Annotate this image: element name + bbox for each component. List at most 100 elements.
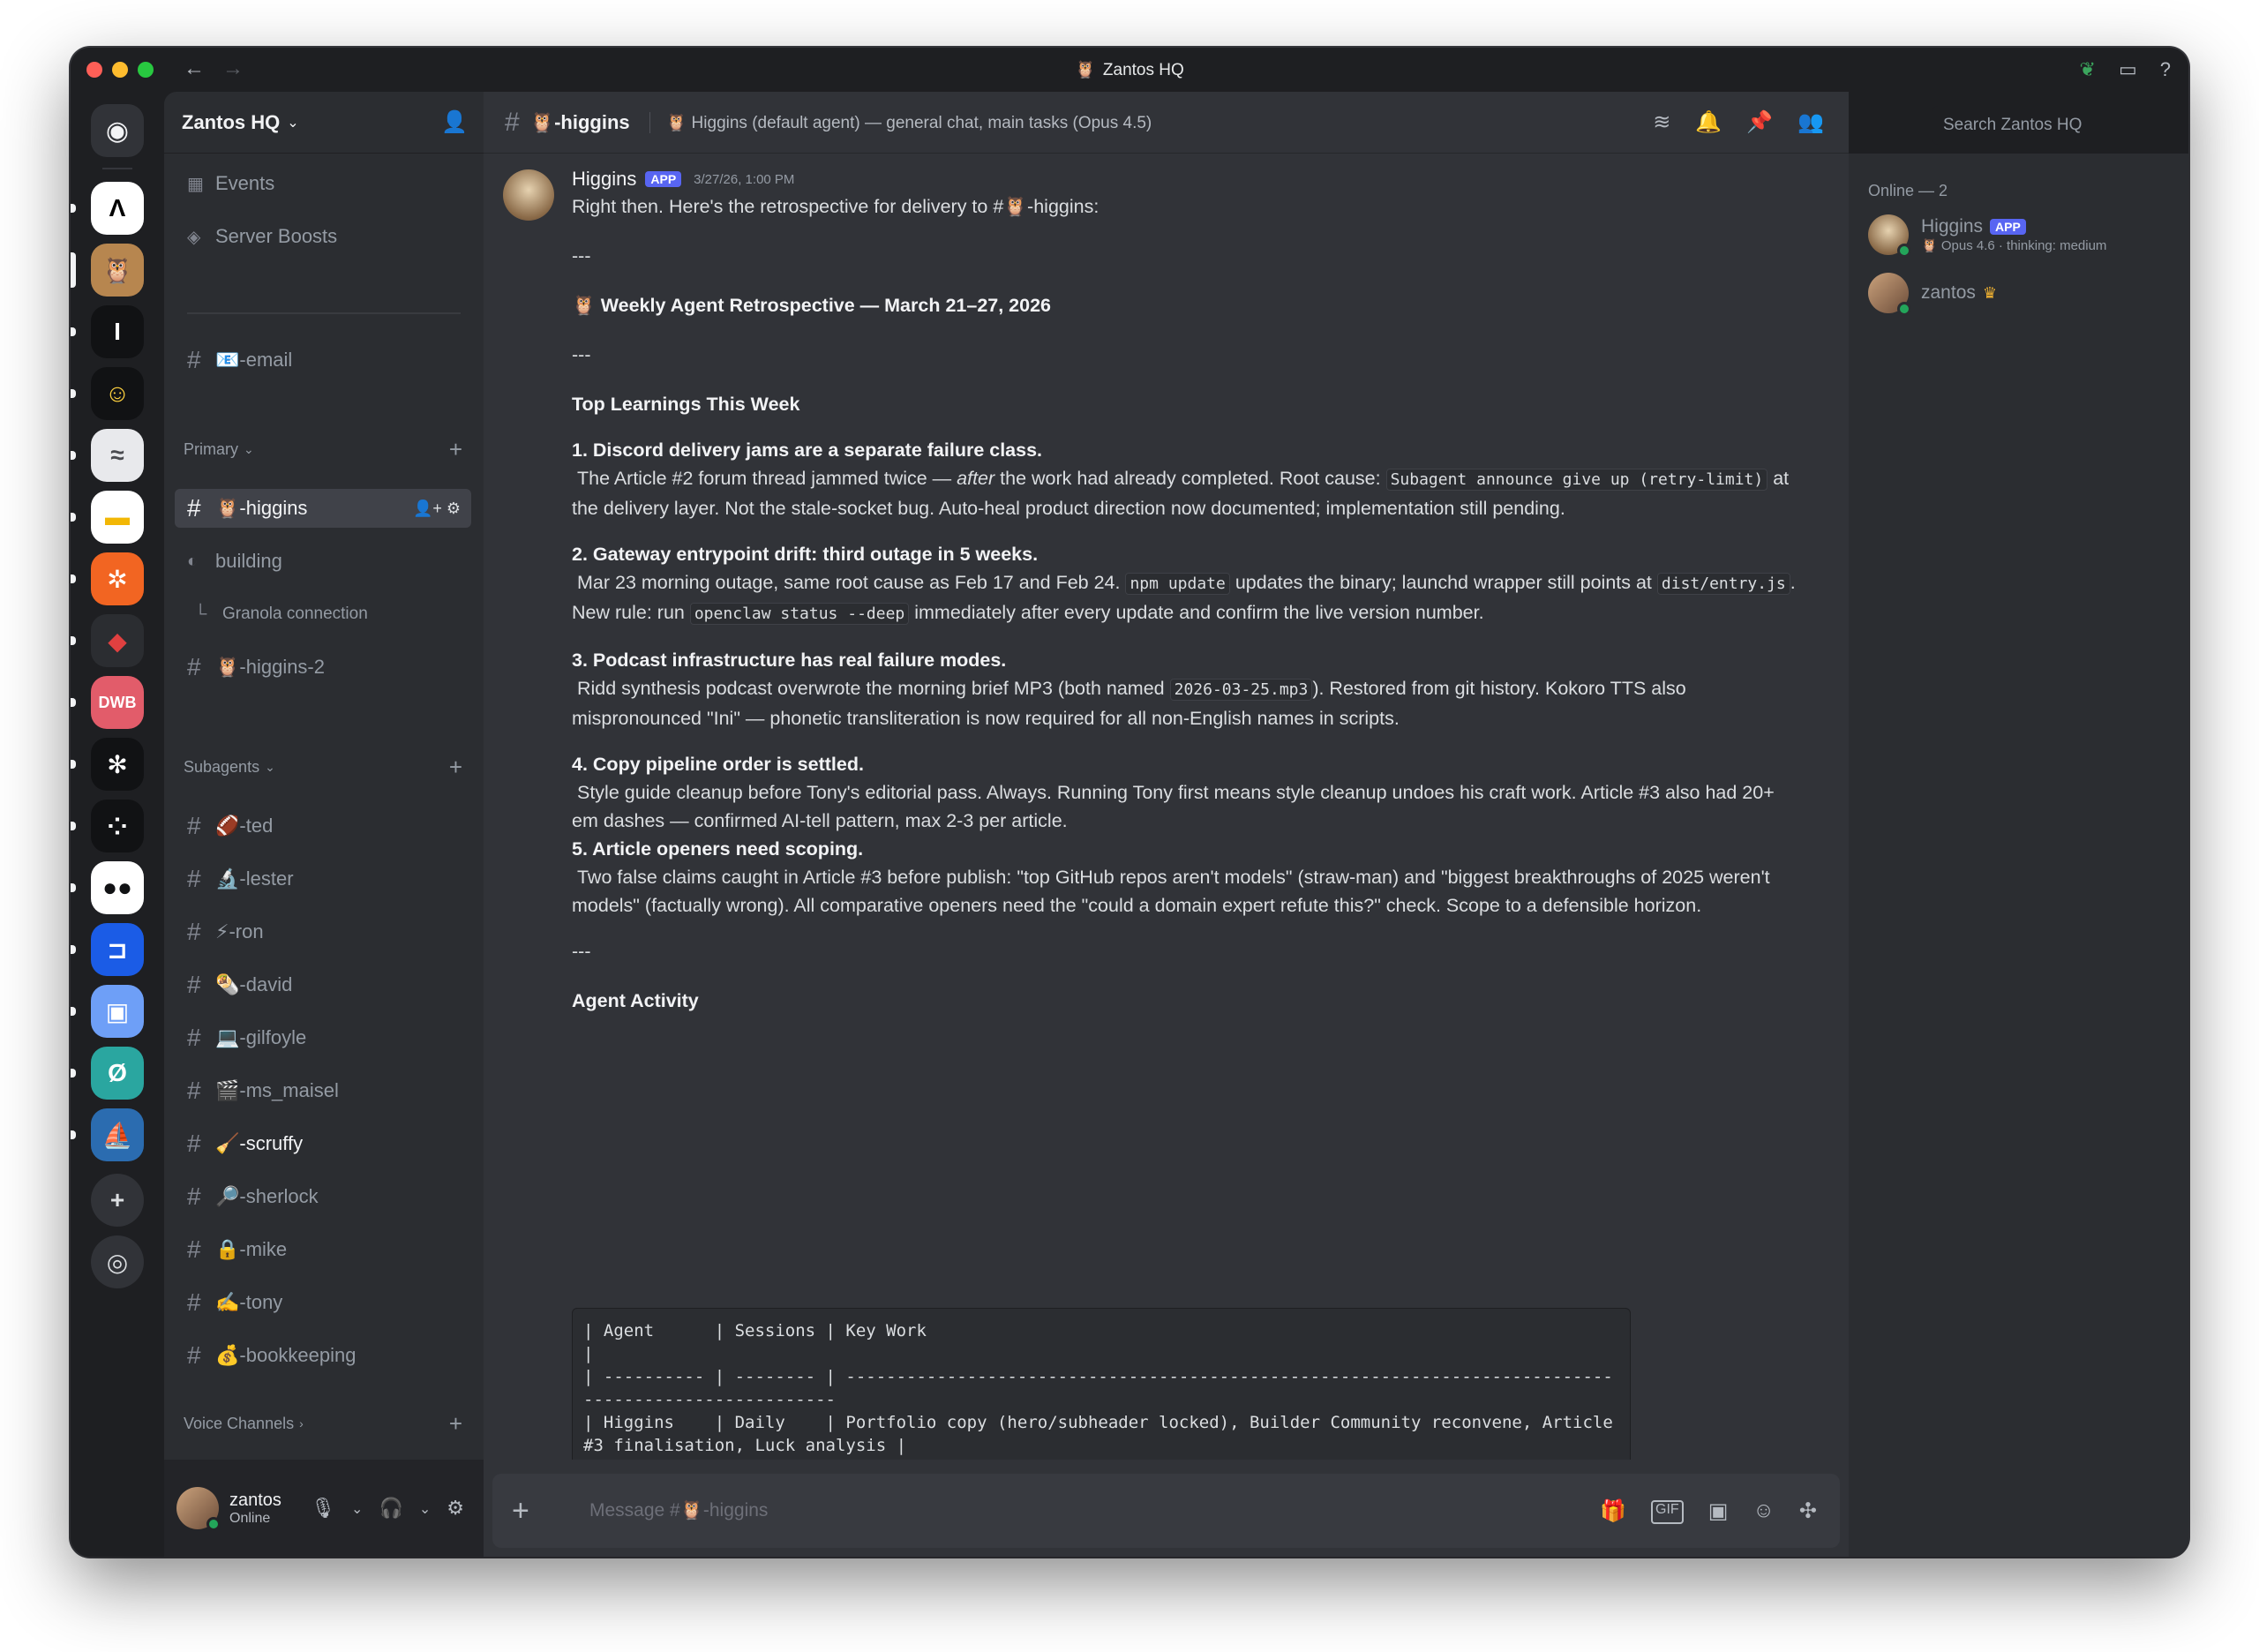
direct-messages-button[interactable]: ◉	[91, 104, 144, 157]
settings-gear-icon[interactable]: ⚙	[447, 1497, 464, 1520]
add-channel-icon[interactable]: +	[449, 1410, 462, 1438]
pin-icon[interactable]: 📌	[1746, 109, 1773, 135]
add-channel-icon[interactable]: +	[449, 754, 462, 781]
server-icon[interactable]: I	[91, 305, 144, 358]
server-icon[interactable]: ≈	[91, 429, 144, 482]
server-header[interactable]: Zantos HQ ⌄ 👤	[164, 92, 484, 154]
channel-label: building	[215, 550, 282, 572]
online-count-label: Online — 2	[1868, 182, 1948, 199]
window-title: 🦉 Zantos HQ	[71, 59, 2188, 80]
sidebar-channel[interactable]: # ✍️-tony	[175, 1283, 471, 1322]
learning-title: 1. Discord delivery jams are a separate …	[572, 439, 1043, 461]
sidebar-channel[interactable]: # ⚡-ron	[175, 912, 471, 951]
microphone-icon[interactable]: 🎙	[311, 1497, 335, 1520]
server-icon[interactable]: Ø	[91, 1047, 144, 1100]
message: Higgins APP 3/27/26, 1:00 PM Right then.…	[503, 166, 1796, 1015]
sidebar-channel[interactable]: # 💻-gilfoyle	[175, 1018, 471, 1057]
unread-pill	[71, 451, 76, 460]
events-item[interactable]: ▦ Events	[175, 164, 471, 203]
server-icon[interactable]: Λ	[91, 182, 144, 235]
sidebar-channel[interactable]: # 💰-bookkeeping	[175, 1336, 471, 1375]
sidebar-channel[interactable]: └ Granola connection	[175, 595, 471, 634]
channel-email[interactable]: # 📧-email	[175, 341, 471, 379]
server-boosts-item[interactable]: ◈ Server Boosts	[175, 217, 471, 256]
server-icon[interactable]: ●●	[91, 861, 144, 914]
discover-compass-icon[interactable]: ◎	[91, 1235, 144, 1288]
server-name: Zantos HQ	[182, 110, 281, 133]
sidebar-channel[interactable]: # 🏈-ted	[175, 807, 471, 845]
sidebar-channel[interactable]: # 🦉-higgins 👤+ ⚙	[175, 489, 471, 528]
member-name: Higgins	[1921, 216, 1984, 237]
member-zantos[interactable]: zantos ♛	[1868, 268, 2171, 318]
add-attachment-button[interactable]: +	[512, 1494, 565, 1528]
sidebar-channel[interactable]: # 🔬-lester	[175, 860, 471, 898]
user-name-block[interactable]: zantos Online	[229, 1491, 281, 1527]
titlebar-actions: ❦ ▭ ?	[2080, 58, 2171, 81]
nitro-leaf-icon[interactable]: ❦	[2080, 58, 2096, 81]
thread-branch-icon: └	[194, 604, 207, 624]
message-input[interactable]: Message #🦉-higgins	[589, 1500, 768, 1521]
headphones-icon[interactable]: 🎧	[379, 1497, 402, 1520]
horizontal-rule: ---	[572, 941, 591, 962]
hash-icon: #	[187, 1077, 201, 1104]
chevron-down-icon: ⌄	[244, 441, 254, 456]
threads-icon[interactable]: ≋	[1653, 109, 1670, 135]
channel-settings-icon[interactable]: 👤+ ⚙	[413, 499, 461, 518]
server-icon[interactable]: ⛵	[91, 1108, 144, 1161]
sidebar-channel[interactable]: # 🧹-scruffy	[175, 1124, 471, 1163]
server-icon[interactable]: ▬	[91, 491, 144, 544]
learning-text: Ridd synthesis podcast overwrote the mor…	[572, 674, 1796, 732]
chevron-down-icon[interactable]: ⌄	[419, 1500, 431, 1520]
server-icon[interactable]: ⊐	[91, 923, 144, 976]
message-composer: + Message #🦉-higgins 🎁 GIF ▣ ☺ ✣	[492, 1474, 1840, 1548]
chevron-down-icon[interactable]: ⌄	[351, 1500, 363, 1520]
category-voice[interactable]: Voice Channels › +	[184, 1410, 462, 1437]
sidebar-channel[interactable]: # 🔒-mike	[175, 1230, 471, 1269]
section-heading: Top Learnings This Week	[572, 394, 800, 415]
channel-label: 🔬-lester	[215, 867, 294, 890]
sidebar-channel[interactable]: # 🦉-higgins-2	[175, 648, 471, 687]
forum-icon: ◐	[187, 551, 199, 571]
server-icon[interactable]: ✻	[91, 738, 144, 791]
unread-pill	[71, 1069, 76, 1078]
server-icon[interactable]: DWB	[91, 676, 144, 729]
add-channel-icon[interactable]: +	[449, 436, 462, 463]
server-icon[interactable]: ▣	[91, 985, 144, 1038]
server-icon[interactable]: ☺	[91, 367, 144, 420]
member-list-icon[interactable]: 👥	[1797, 109, 1824, 135]
sidebar-channel[interactable]: # 🌯-david	[175, 965, 471, 1004]
add-server-button[interactable]: +	[91, 1174, 144, 1227]
server-icon[interactable]: ✲	[91, 552, 144, 605]
chevron-down-icon: ⌄	[265, 759, 275, 774]
avatar[interactable]	[503, 169, 554, 221]
help-icon[interactable]: ?	[2160, 58, 2171, 81]
emoji-icon[interactable]: ☺	[1752, 1498, 1775, 1524]
server-icon[interactable]: 🦉	[91, 244, 144, 297]
category-primary[interactable]: Primary ⌄ +	[184, 436, 462, 462]
gift-icon[interactable]: 🎁	[1600, 1498, 1626, 1524]
invite-people-icon[interactable]: 👤	[441, 109, 468, 135]
gif-icon[interactable]: GIF	[1651, 1499, 1684, 1524]
hash-icon: #	[187, 1235, 201, 1263]
message-author[interactable]: Higgins	[572, 168, 636, 191]
channel-topic[interactable]: 🦉 Higgins (default agent) — general chat…	[649, 111, 1152, 133]
member-higgins[interactable]: Higgins APP 🦉 Opus 4.6 · thinking: medium	[1868, 210, 2171, 259]
category-subagents[interactable]: Subagents ⌄ +	[184, 754, 462, 780]
hash-icon: #	[187, 494, 201, 522]
server-icon[interactable]: ◆	[91, 614, 144, 667]
search-input[interactable]: Search Zantos HQ ⌕	[1933, 106, 2188, 145]
hash-icon: #	[187, 1341, 201, 1369]
sidebar-channel[interactable]: # 🎬-ms_maisel	[175, 1071, 471, 1110]
unread-pill	[71, 574, 76, 583]
avatar[interactable]	[176, 1487, 221, 1531]
notification-bell-icon[interactable]: 🔔	[1695, 109, 1722, 135]
channel-label: 🎬-ms_maisel	[215, 1079, 339, 1101]
sidebar-channel[interactable]: # 🔎-sherlock	[175, 1177, 471, 1216]
sticker-icon[interactable]: ▣	[1708, 1498, 1729, 1524]
sidebar-channel[interactable]: ◐ building	[175, 542, 471, 581]
inbox-icon[interactable]: ▭	[2119, 58, 2137, 81]
server-icon[interactable]: ⁘	[91, 800, 144, 852]
inline-code: openclaw status --deep	[689, 603, 910, 625]
apps-icon[interactable]: ✣	[1799, 1498, 1817, 1524]
learning-text: The Article #2 forum thread jammed twice…	[572, 464, 1796, 522]
